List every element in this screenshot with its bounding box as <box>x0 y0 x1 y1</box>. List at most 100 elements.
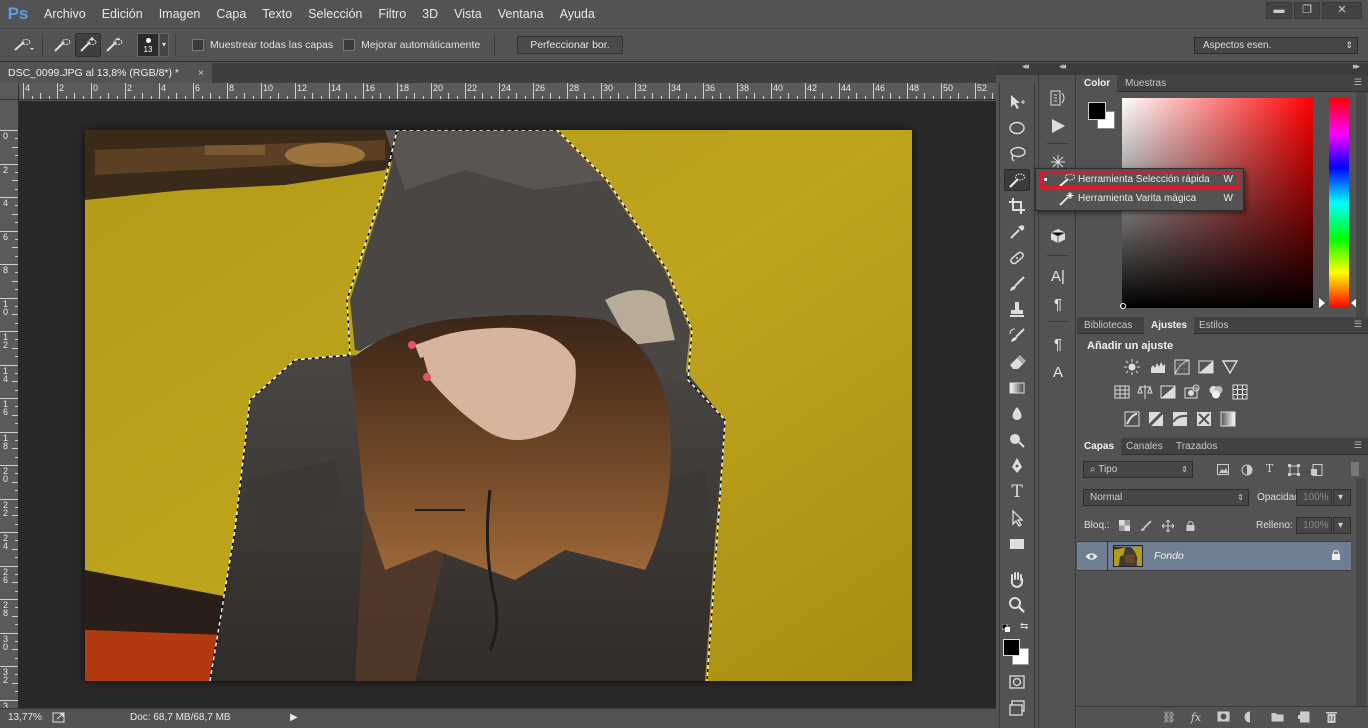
filter-smart-object-icon[interactable] <box>1310 463 1323 476</box>
restore-button[interactable]: ❐ <box>1294 2 1320 19</box>
actions-panel-button[interactable] <box>1047 115 1069 137</box>
tab-paths[interactable]: Trazados <box>1169 438 1224 455</box>
paragraph-styles-button[interactable]: ¶ <box>1047 333 1069 355</box>
lock-transparent-pixels-icon[interactable] <box>1118 519 1131 532</box>
move-tool[interactable] <box>1004 91 1030 113</box>
blend-mode-select[interactable]: Normal ⇕ <box>1083 489 1249 506</box>
refine-edge-button[interactable]: Perfeccionar bor. <box>517 36 623 54</box>
document-image[interactable] <box>85 130 912 681</box>
channel-mixer-icon[interactable] <box>1207 383 1224 400</box>
opacity-input[interactable]: 100% <box>1296 489 1332 506</box>
blur-tool[interactable] <box>1004 403 1030 425</box>
layer-row-fondo[interactable]: Fondo <box>1077 541 1351 571</box>
color-lookup-icon[interactable] <box>1231 383 1248 400</box>
menu-item-capa[interactable]: Capa <box>208 0 254 28</box>
screen-mode-button[interactable] <box>1004 697 1030 719</box>
link-layers-icon[interactable]: ⛓ <box>1161 711 1177 725</box>
healing-brush-tool[interactable] <box>1004 247 1030 269</box>
filter-toggle-switch[interactable] <box>1351 462 1359 476</box>
type-tool[interactable]: T <box>1004 481 1030 503</box>
collapse-panels-icon[interactable]: ▸▸ <box>1353 61 1360 72</box>
lasso-tool[interactable] <box>1004 143 1030 165</box>
levels-icon[interactable] <box>1149 358 1166 375</box>
close-tab-icon[interactable]: × <box>198 63 204 83</box>
3d-panel-button[interactable] <box>1047 225 1069 247</box>
history-brush-tool[interactable] <box>1004 325 1030 347</box>
sample-all-layers-checkbox[interactable] <box>192 39 204 51</box>
color-panel-scrollbar[interactable] <box>1356 92 1366 317</box>
photo-filter-icon[interactable] <box>1183 383 1200 400</box>
color-panel-foreground[interactable] <box>1088 102 1106 120</box>
menu-item-ayuda[interactable]: Ayuda <box>552 0 603 28</box>
menu-item-ventana[interactable]: Ventana <box>490 0 552 28</box>
quick-mask-button[interactable] <box>1004 671 1030 693</box>
character-styles-button[interactable]: A <box>1047 361 1069 383</box>
character-panel-button[interactable]: A| <box>1047 265 1069 287</box>
status-menu-arrow[interactable]: ▶ <box>290 712 298 723</box>
layer-filter-select[interactable]: ⌕ Tipo ⇕ <box>1083 461 1193 478</box>
path-selection-tool[interactable] <box>1004 507 1030 529</box>
tab-swatches[interactable]: Muestras <box>1118 75 1173 92</box>
curves-icon[interactable] <box>1173 358 1190 375</box>
dodge-tool[interactable] <box>1004 429 1030 451</box>
hand-tool[interactable] <box>1004 568 1030 590</box>
brightness-icon[interactable] <box>1123 358 1140 375</box>
lock-all-icon[interactable] <box>1184 519 1197 532</box>
hue-slider-left-arrow[interactable] <box>1319 298 1325 308</box>
new-adjustment-layer-icon[interactable] <box>1242 711 1258 725</box>
menu-item-3d[interactable]: 3D <box>414 0 446 28</box>
panel-menu-icon[interactable]: ☰ <box>1354 77 1362 88</box>
hue-saturation-icon[interactable] <box>1113 383 1130 400</box>
vertical-ruler[interactable]: 0 2 4 6 8 1 0 1 2 1 4 1 6 1 8 2 0 2 2 2 4 2 6 2 8 3 0 3 … <box>0 100 19 708</box>
menu-item-filtro[interactable]: Filtro <box>370 0 414 28</box>
quick-selection-tool[interactable] <box>1004 169 1030 191</box>
collapse-toolbox-icon[interactable]: ◂◂ <box>1022 61 1029 72</box>
menu-item-seleccion[interactable]: Selección <box>300 0 370 28</box>
add-mask-icon[interactable] <box>1215 711 1231 725</box>
layer-style-fx-button[interactable]: fx <box>1188 711 1204 725</box>
vibrance-icon[interactable] <box>1221 358 1238 375</box>
paragraph-panel-button[interactable]: ¶ <box>1047 293 1069 315</box>
brush-dropdown-arrow[interactable]: ▾ <box>159 33 169 57</box>
fill-input[interactable]: 100% <box>1296 517 1332 534</box>
invert-icon[interactable] <box>1123 410 1140 427</box>
black-white-icon[interactable] <box>1159 383 1176 400</box>
crop-tool[interactable] <box>1004 195 1030 217</box>
add-to-selection-mode[interactable] <box>75 33 101 57</box>
filter-adjustment-icon[interactable] <box>1240 463 1253 476</box>
clone-stamp-tool[interactable] <box>1004 299 1030 321</box>
panel-menu-icon[interactable]: ☰ <box>1354 319 1362 330</box>
menu-item-vista[interactable]: Vista <box>446 0 490 28</box>
swap-colors-icon[interactable]: ⇆ <box>1020 621 1028 632</box>
tab-styles[interactable]: Estilos <box>1192 317 1235 334</box>
canvas-area[interactable] <box>19 101 996 708</box>
tab-layers[interactable]: Capas <box>1077 438 1122 455</box>
fill-dropdown[interactable]: ▾ <box>1333 517 1351 534</box>
flyout-item-quick-selection[interactable]: Herramienta Selección rápida W <box>1036 170 1243 189</box>
posterize-icon[interactable] <box>1147 410 1164 427</box>
marquee-tool[interactable] <box>1004 117 1030 139</box>
tab-adjustments[interactable]: Ajustes <box>1144 317 1195 334</box>
shape-tool[interactable] <box>1004 533 1030 555</box>
lock-position-icon[interactable] <box>1161 519 1174 532</box>
brush-tool[interactable] <box>1004 273 1030 295</box>
color-picker-cursor[interactable] <box>1120 303 1126 309</box>
default-colors-icon[interactable] <box>1001 623 1010 632</box>
tab-color[interactable]: Color <box>1077 75 1118 92</box>
filter-type-icon[interactable]: T <box>1263 462 1276 475</box>
selective-color-icon[interactable] <box>1195 410 1212 427</box>
new-group-icon[interactable] <box>1269 711 1285 725</box>
pen-tool[interactable] <box>1004 455 1030 477</box>
tab-libraries[interactable]: Bibliotecas <box>1077 317 1139 334</box>
lock-image-pixels-icon[interactable] <box>1139 519 1152 532</box>
panel-menu-icon[interactable]: ☰ <box>1354 440 1362 451</box>
history-panel-button[interactable] <box>1047 87 1069 109</box>
workspace-select[interactable]: Aspectos esen. ⇕ <box>1194 37 1358 54</box>
foreground-color-swatch[interactable] <box>1003 639 1020 656</box>
layers-scrollbar[interactable] <box>1356 478 1366 706</box>
horizontal-ruler[interactable]: 4 2 0 2 4 6 8 10 12 14 16 18 20 22 24 26 28 30 32 34 36 38 40 4… <box>19 83 996 100</box>
color-balance-icon[interactable] <box>1136 383 1153 400</box>
menu-item-archivo[interactable]: Archivo <box>36 0 94 28</box>
eraser-tool[interactable] <box>1004 351 1030 373</box>
delete-layer-icon[interactable] <box>1323 711 1339 725</box>
